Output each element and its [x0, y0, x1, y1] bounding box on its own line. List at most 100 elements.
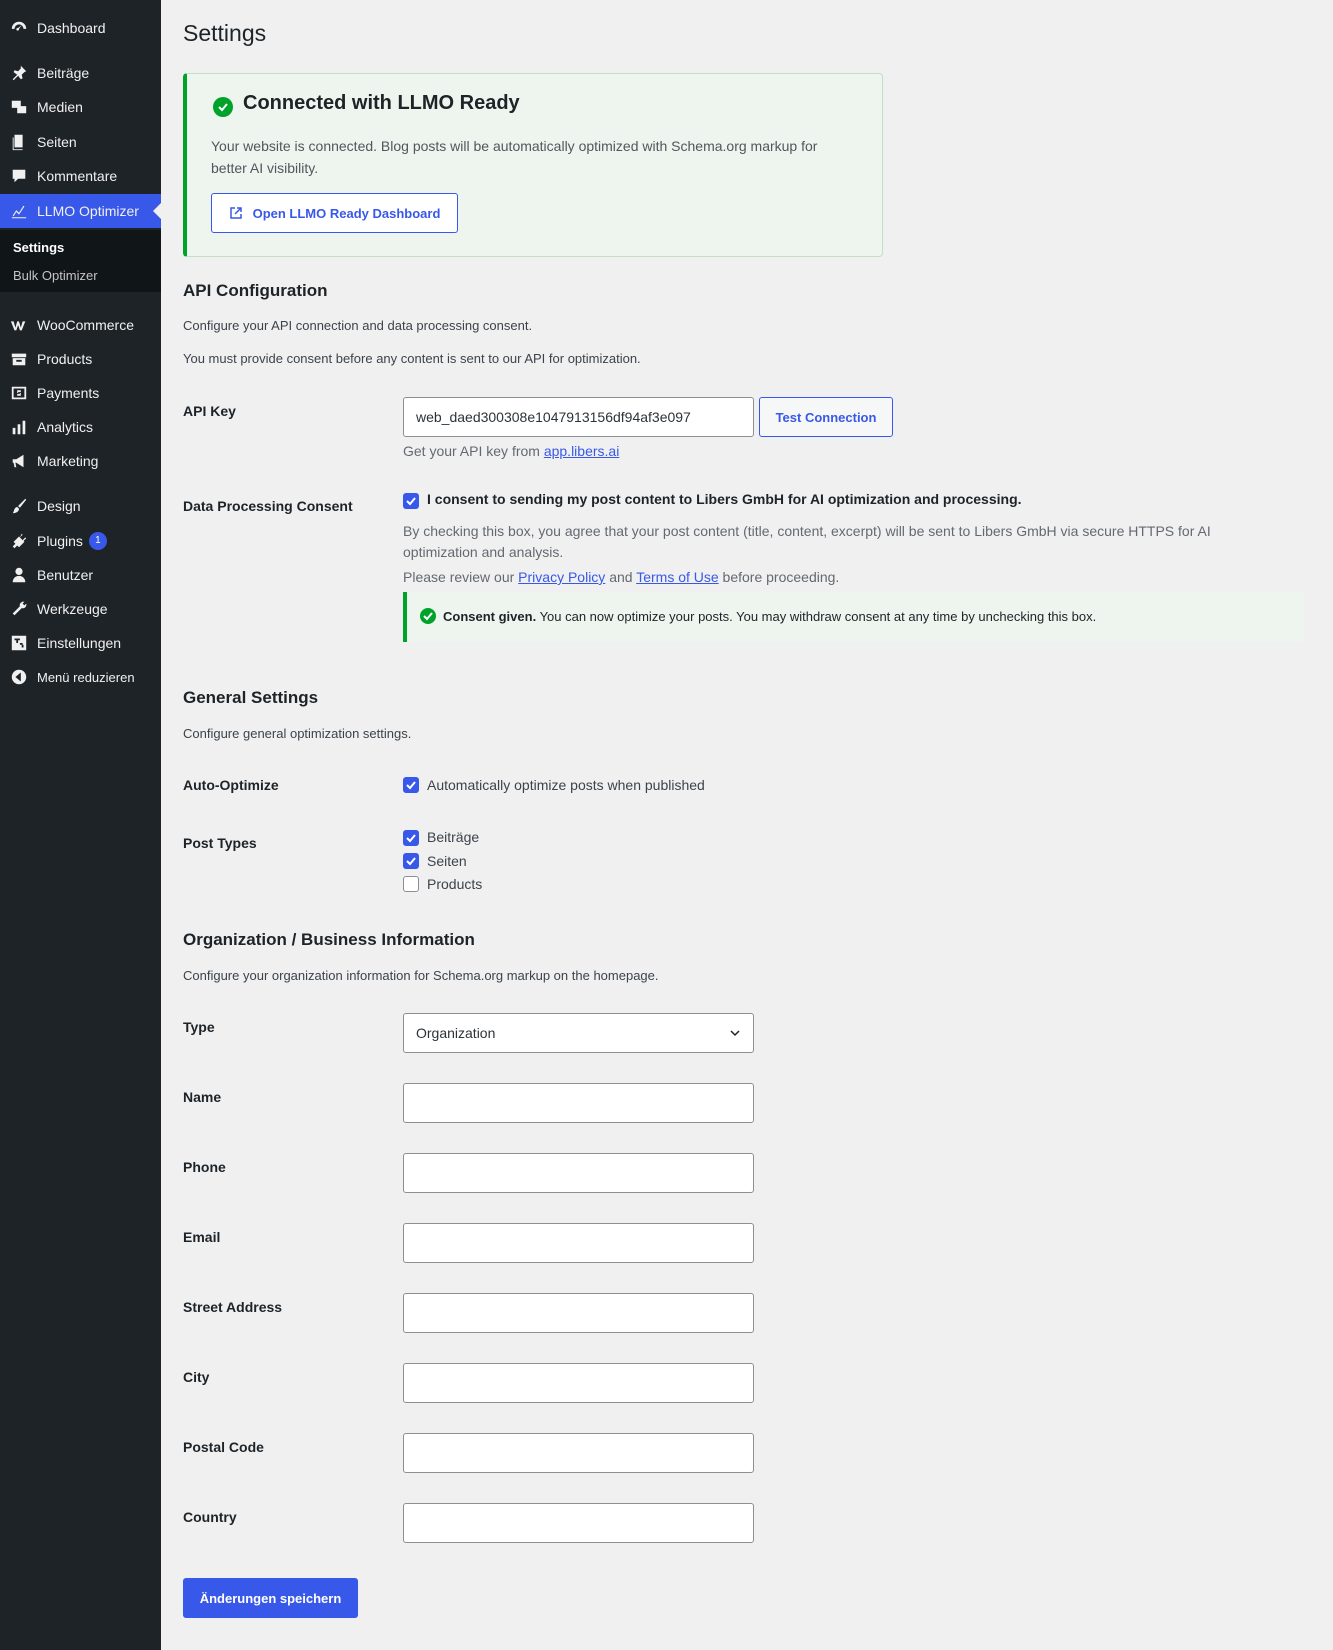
menu-item-label: Werkzeuge [37, 601, 108, 617]
post-type-checkbox-seiten[interactable] [403, 853, 419, 869]
menu-item-tools[interactable]: Werkzeuge [0, 592, 161, 626]
submenu-item-settings[interactable]: Settings [13, 240, 64, 255]
menu-item-collapse[interactable]: Menü reduzieren [0, 660, 161, 694]
menu-item-label: Menü reduzieren [37, 669, 135, 685]
menu-item-label: LLMO Optimizer [37, 203, 139, 219]
auto-optimize-checkbox-label: Automatically optimize posts when publis… [427, 777, 705, 793]
menu-item-label: Seiten [37, 134, 77, 150]
email-input[interactable] [403, 1223, 754, 1263]
postal-code-label: Postal Code [183, 1439, 264, 1455]
api-key-help: Get your API key from app.libers.ai [403, 441, 619, 462]
menu-item-plugins[interactable]: Plugins 1 [0, 524, 161, 558]
consent-given-bold: Consent given. [443, 609, 537, 624]
country-input[interactable] [403, 1503, 754, 1543]
name-label: Name [183, 1089, 222, 1105]
phone-input[interactable] [403, 1153, 754, 1193]
consent-given-text: Consent given. You can now optimize your… [443, 609, 1096, 624]
menu-item-woocommerce[interactable]: WooCommerce [0, 308, 161, 342]
name-input[interactable] [403, 1083, 754, 1123]
postal-code-input[interactable] [403, 1433, 754, 1473]
wrench-icon [10, 600, 28, 618]
archive-icon [10, 350, 28, 368]
privacy-policy-link[interactable]: Privacy Policy [518, 569, 605, 585]
terms-link[interactable]: Terms of Use [636, 569, 718, 585]
menu-item-users[interactable]: Benutzer [0, 558, 161, 592]
page-title: Settings [183, 20, 267, 46]
brush-icon [10, 497, 28, 515]
admin-sidebar: Dashboard Beiträge Medien Seiten Komment… [0, 0, 161, 1650]
settings-icon [10, 634, 28, 652]
organization-heading: Organization / Business Information [183, 930, 475, 949]
pin-icon [10, 64, 28, 82]
general-settings-desc: Configure general optimization settings. [183, 726, 412, 741]
notice-text: Your website is connected. Blog posts wi… [211, 138, 818, 176]
menu-item-payments[interactable]: Payments [0, 376, 161, 410]
chevron-down-icon [729, 1027, 741, 1039]
api-config-desc: Configure your API connection and data p… [183, 318, 533, 333]
media-icon [10, 98, 28, 116]
menu-item-label: Benutzer [37, 567, 94, 583]
consent-checkbox-label: I consent to sending my post content to … [427, 491, 1022, 507]
consent-review-suffix: before proceeding. [718, 569, 840, 585]
menu-item-products[interactable]: Products [0, 342, 161, 376]
consent-checkbox[interactable] [403, 493, 419, 509]
post-type-checkbox-products[interactable] [403, 876, 419, 892]
menu-item-settings[interactable]: Einstellungen [0, 626, 161, 660]
menu-item-label: WooCommerce [37, 317, 134, 333]
notice-title: Connected with LLMO Ready [243, 92, 520, 114]
menu-item-label: Analytics [37, 419, 94, 435]
api-key-label: API Key [183, 403, 236, 419]
menu-item-posts[interactable]: Beiträge [0, 56, 161, 90]
menu-item-label: Products [37, 351, 93, 367]
menu-item-llmo-optimizer[interactable]: LLMO Optimizer [0, 194, 161, 228]
consent-help: By checking this box, you agree that you… [403, 523, 1211, 560]
api-config-consent-desc: You must provide consent before any cont… [183, 351, 641, 366]
comment-icon [10, 167, 28, 185]
external-link-icon [229, 206, 243, 220]
menu-item-comments[interactable]: Kommentare [0, 159, 161, 193]
email-label: Email [183, 1229, 221, 1245]
menu-item-media[interactable]: Medien [0, 90, 161, 124]
open-dashboard-button[interactable]: Open LLMO Ready Dashboard [211, 193, 458, 233]
type-label: Type [183, 1019, 215, 1035]
menu-item-label: Dashboard [37, 20, 106, 36]
menu-item-label: Design [37, 498, 81, 514]
menu-item-design[interactable]: Design [0, 489, 161, 523]
menu-item-marketing[interactable]: Marketing [0, 444, 161, 478]
api-key-link[interactable]: app.libers.ai [544, 443, 620, 459]
collapse-icon [10, 668, 28, 686]
woocommerce-icon [10, 316, 28, 334]
update-count-badge: 1 [88, 532, 107, 550]
menu-item-analytics[interactable]: Analytics [0, 410, 161, 444]
menu-item-label: Beiträge [37, 65, 90, 81]
city-label: City [183, 1369, 210, 1385]
plugin-icon [10, 532, 28, 550]
user-icon [10, 566, 28, 584]
menu-item-dashboard[interactable]: Dashboard [0, 11, 161, 45]
menu-item-label: Payments [37, 385, 100, 401]
menu-item-label: Medien [37, 99, 83, 115]
type-select[interactable]: Organization [403, 1013, 754, 1053]
city-input[interactable] [403, 1363, 754, 1403]
auto-optimize-label: Auto-Optimize [183, 777, 279, 793]
menu-item-pages[interactable]: Seiten [0, 125, 161, 159]
payments-icon [10, 384, 28, 402]
consent-label: Data Processing Consent [183, 498, 353, 514]
menu-item-label: Einstellungen [37, 635, 122, 651]
api-key-input[interactable] [403, 397, 754, 437]
post-type-label: Seiten [427, 853, 467, 869]
street-address-input[interactable] [403, 1293, 754, 1333]
submenu-item-bulk-optimizer[interactable]: Bulk Optimizer [13, 268, 98, 283]
post-type-checkbox-beitraege[interactable] [403, 830, 419, 846]
post-type-label: Products [427, 876, 483, 892]
api-config-heading: API Configuration [183, 281, 328, 300]
general-settings-heading: General Settings [183, 688, 319, 707]
auto-optimize-checkbox[interactable] [403, 777, 419, 793]
megaphone-icon [10, 452, 28, 470]
bar-chart-icon [10, 418, 28, 436]
dashboard-icon [10, 19, 28, 37]
consent-check-icon [420, 608, 436, 624]
test-connection-button[interactable]: Test Connection [759, 397, 893, 437]
save-changes-button[interactable]: Änderungen speichern [183, 1578, 358, 1618]
pages-icon [10, 133, 28, 151]
